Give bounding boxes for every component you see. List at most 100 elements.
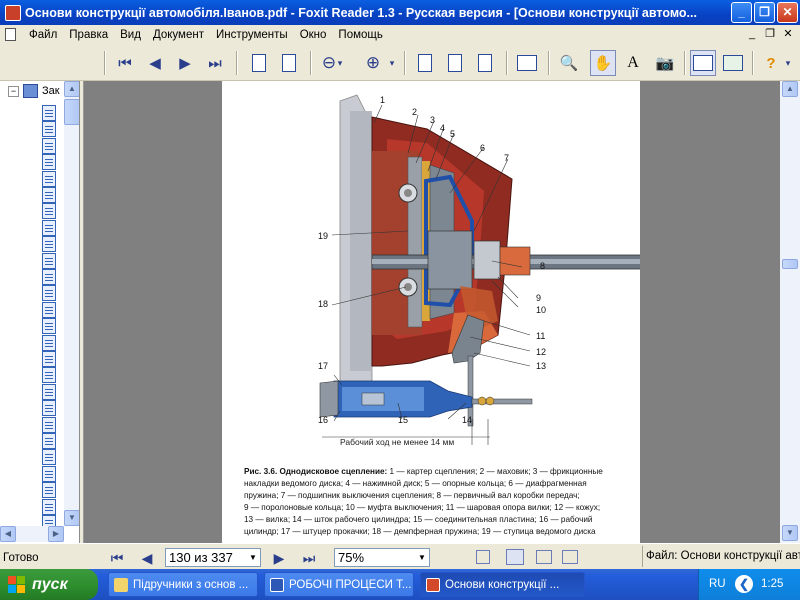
scroll-up-icon[interactable]: ▲ xyxy=(64,81,79,97)
facing-view-icon[interactable] xyxy=(536,550,552,564)
page-bookmark-icon[interactable] xyxy=(42,318,56,335)
rotate-right-icon[interactable] xyxy=(276,50,302,76)
window-title: Основи конструкції автомобіля.Іванов.pdf… xyxy=(25,5,697,20)
stroke-note: Рабочий ход не менее 14 мм xyxy=(340,437,455,447)
figure-label: 9 xyxy=(536,293,542,303)
page-bookmark-icon[interactable] xyxy=(42,137,56,154)
page-bookmark-icon[interactable] xyxy=(42,465,56,482)
zoom-select[interactable]: 75% ▼ xyxy=(334,548,430,567)
mdi-minimize-button[interactable]: _ xyxy=(744,27,760,42)
fit-width-icon[interactable] xyxy=(472,50,498,76)
language-indicator[interactable]: RU xyxy=(709,578,726,590)
document-icon[interactable] xyxy=(3,27,23,43)
single-page-icon[interactable] xyxy=(514,50,540,76)
scroll-thumb[interactable] xyxy=(64,99,79,125)
scroll-left-icon[interactable]: ◀ xyxy=(0,526,16,542)
task-button-word[interactable]: РОБОЧІ ПРОЦЕСИ Т... xyxy=(264,572,414,597)
help-icon[interactable]: ? xyxy=(758,50,784,76)
bookmarks-hscrollbar[interactable]: ◀ ▶ xyxy=(0,526,64,542)
single-page-view-icon[interactable] xyxy=(476,550,490,564)
show-hidden-icons-icon[interactable]: ❮ xyxy=(735,575,753,593)
bookmark-root-label[interactable]: Зак xyxy=(42,85,60,97)
page-bookmark-icon[interactable] xyxy=(42,351,56,367)
mdi-close-button[interactable]: ✕ xyxy=(780,27,796,42)
doc-scroll-up-icon[interactable]: ▲ xyxy=(782,81,798,97)
page-bookmark-icon[interactable] xyxy=(42,383,56,400)
scroll-down-icon[interactable]: ▼ xyxy=(64,510,79,526)
page-bookmark-icon[interactable] xyxy=(42,269,56,285)
select-text-icon[interactable]: A xyxy=(620,50,646,76)
prev-page-icon[interactable]: ◀ xyxy=(142,50,168,76)
page-number-select[interactable]: 130 из 337 ▼ xyxy=(165,548,261,567)
scroll-right-icon[interactable]: ▶ xyxy=(48,526,64,542)
book-icon xyxy=(23,84,38,98)
menu-file[interactable]: Файл xyxy=(23,29,63,41)
doc-scroll-down-icon[interactable]: ▼ xyxy=(782,525,798,541)
actual-size-icon[interactable] xyxy=(412,50,438,76)
status-prev-page-icon[interactable]: ◀ xyxy=(138,550,156,567)
zoom-out-dropdown-icon[interactable]: ▾ xyxy=(334,50,346,76)
menu-document[interactable]: Документ xyxy=(147,29,210,41)
continuous-facing-view-icon[interactable] xyxy=(562,550,578,564)
hand-tool-icon[interactable]: ✋ xyxy=(590,50,616,76)
mdi-restore-button[interactable]: ❐ xyxy=(762,27,778,42)
status-last-page-icon[interactable]: ⏭ xyxy=(300,550,318,567)
page-bookmark-icon[interactable] xyxy=(42,449,56,466)
page-bookmark-icon[interactable] xyxy=(42,252,56,269)
fit-page-icon[interactable] xyxy=(442,50,468,76)
doc-scroll-thumb[interactable] xyxy=(782,259,798,269)
close-button[interactable]: ✕ xyxy=(777,2,798,23)
menu-tools[interactable]: Инструменты xyxy=(210,29,294,41)
snapshot-icon[interactable]: 📷 xyxy=(652,50,678,76)
figure-label: 14 xyxy=(462,415,473,425)
page-bookmark-icon[interactable] xyxy=(42,285,56,302)
page-bookmark-icon[interactable] xyxy=(42,400,56,417)
zoom-value: 75% xyxy=(338,550,365,565)
menu-edit[interactable]: Правка xyxy=(63,29,114,41)
page-bookmark-icon[interactable] xyxy=(42,203,56,220)
minimize-button[interactable]: _ xyxy=(731,2,752,23)
menu-window[interactable]: Окно xyxy=(294,29,333,41)
page-bookmark-icon[interactable] xyxy=(42,433,56,449)
status-file: Файл: Основи конструкції автомобіля.Іван… xyxy=(642,546,800,567)
zoom-in-dropdown-icon[interactable]: ▾ xyxy=(386,50,398,76)
last-page-icon[interactable]: ⏭ xyxy=(202,50,228,76)
folder-icon xyxy=(114,578,128,592)
continuous-view-icon[interactable] xyxy=(506,549,524,565)
start-button[interactable]: пуск xyxy=(0,569,98,600)
document-view[interactable]: 1 2 3 4 5 6 7 8 9 10 11 12 13 14 15 16 17 18 19 Рабочий хо… xyxy=(84,81,780,543)
status-next-page-icon[interactable]: ▶ xyxy=(270,550,288,567)
find-icon[interactable]: 🔍 xyxy=(556,50,582,76)
page-bookmark-icon[interactable] xyxy=(42,482,56,499)
page-bookmark-icon[interactable] xyxy=(42,416,56,433)
first-page-icon[interactable]: ⏮ xyxy=(112,50,138,76)
page-bookmark-icon[interactable] xyxy=(42,105,56,121)
page-bookmark-icon[interactable] xyxy=(42,301,56,318)
help-dropdown-icon[interactable]: ▾ xyxy=(782,50,794,76)
page-bookmark-icon[interactable] xyxy=(42,236,56,253)
page-bookmark-icon[interactable] xyxy=(42,154,56,171)
page-bookmark-icon[interactable] xyxy=(42,121,56,138)
bookmarks-scrollbar[interactable]: ▲ ▼ xyxy=(64,81,79,526)
page-bookmark-icon[interactable] xyxy=(42,367,56,384)
page-bookmark-icon[interactable] xyxy=(42,219,56,236)
document-scrollbar[interactable]: ▲ ▼ xyxy=(780,81,800,543)
chevron-down-icon[interactable]: ▼ xyxy=(246,549,260,566)
chevron-down-icon[interactable]: ▼ xyxy=(415,549,429,566)
tree-expander-icon[interactable]: − xyxy=(8,86,19,97)
status-first-page-icon[interactable]: ⏮ xyxy=(108,550,126,567)
next-page-icon[interactable]: ▶ xyxy=(172,50,198,76)
menu-view[interactable]: Вид xyxy=(114,29,147,41)
page-bookmark-icon[interactable] xyxy=(42,187,56,203)
restore-button[interactable]: ❐ xyxy=(754,2,775,23)
bookmarks-panel-icon[interactable] xyxy=(690,50,716,76)
page-bookmark-icon[interactable] xyxy=(42,498,56,515)
task-button-foxit[interactable]: Основи конструкції ... xyxy=(420,572,585,597)
export-icon[interactable] xyxy=(720,50,746,76)
zoom-in-icon[interactable]: ⊕ xyxy=(360,50,386,76)
page-bookmark-icon[interactable] xyxy=(42,170,56,187)
page-bookmark-icon[interactable] xyxy=(42,334,56,351)
task-button-folder[interactable]: Підручники з основ ... xyxy=(108,572,258,597)
menu-help[interactable]: Помощь xyxy=(332,29,388,41)
rotate-left-icon[interactable] xyxy=(246,50,272,76)
